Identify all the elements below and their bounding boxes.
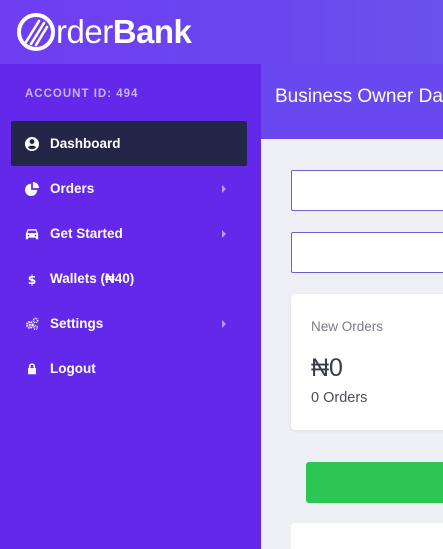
logo-o-icon	[17, 13, 55, 51]
sidebar-item-label: Wallets (₦40)	[50, 271, 135, 286]
user-circle-icon	[24, 136, 40, 152]
card-count: 0 Orders	[311, 390, 368, 406]
caret-right-icon	[222, 320, 226, 328]
sidebar-item-settings[interactable]: Settings	[11, 301, 247, 346]
dollar-icon: $	[24, 271, 40, 287]
card-label: New Orders	[311, 319, 384, 334]
sidebar-item-wallets[interactable]: $ Wallets (₦40)	[11, 256, 247, 301]
top-bar: rderBank	[0, 0, 443, 64]
lock-icon	[24, 361, 40, 377]
svg-text:$: $	[28, 272, 37, 285]
sidebar-item-label: Get Started	[50, 226, 123, 241]
gears-icon	[24, 316, 40, 332]
car-icon	[24, 226, 40, 242]
caret-right-icon	[222, 185, 226, 193]
sidebar-item-label: Dashboard	[50, 136, 121, 151]
sidebar-item-label: Orders	[50, 181, 95, 196]
filter-input-1[interactable]	[291, 170, 443, 211]
page-header: Business Owner Dashboard	[261, 64, 443, 139]
account-id-label: ACCOUNT ID: 494	[25, 88, 139, 100]
green-action-button[interactable]	[306, 462, 443, 503]
sidebar-item-label: Logout	[50, 361, 96, 376]
card-amount: ₦0	[311, 354, 343, 382]
sidebar-item-orders[interactable]: Orders	[11, 166, 247, 211]
new-orders-card: New Orders ₦0 0 Orders	[291, 294, 443, 430]
bottom-card	[291, 523, 443, 549]
caret-right-icon	[222, 230, 226, 238]
orderbank-logo[interactable]: rderBank	[16, 11, 192, 53]
filter-input-2[interactable]	[291, 232, 443, 273]
sidebar-item-logout[interactable]: Logout	[11, 346, 247, 391]
logo-text-bold: Bank	[112, 13, 192, 50]
page-title: Business Owner Dashboard	[275, 86, 443, 107]
logo-text-light: rder	[56, 13, 113, 50]
sidebar-item-get-started[interactable]: Get Started	[11, 211, 247, 256]
sidebar: ACCOUNT ID: 494 Dashboard Orders Get Sta…	[0, 64, 261, 549]
sidebar-item-label: Settings	[50, 316, 104, 331]
sidebar-item-dashboard[interactable]: Dashboard	[11, 121, 247, 166]
pie-chart-icon	[24, 181, 40, 197]
